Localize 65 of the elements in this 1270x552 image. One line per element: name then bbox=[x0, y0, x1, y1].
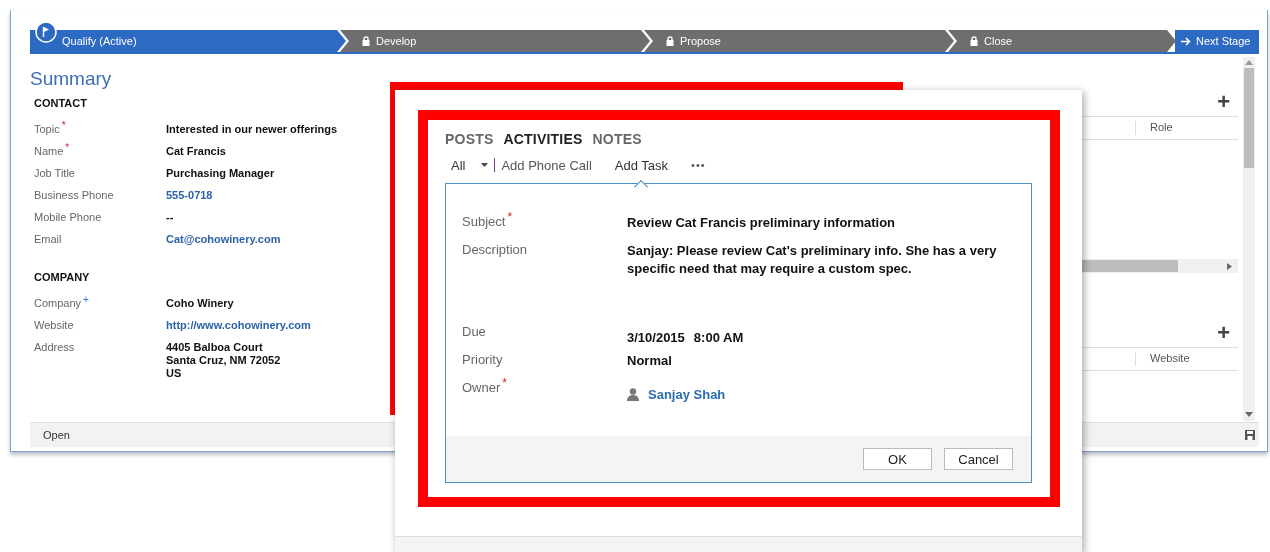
action-tab[interactable]: Add Phone Call bbox=[501, 157, 592, 173]
person-icon bbox=[627, 387, 639, 401]
column-header[interactable]: Role bbox=[1135, 121, 1238, 135]
section-heading: CONTACT bbox=[34, 97, 88, 109]
field-label: Business Phone bbox=[34, 189, 114, 201]
field-link[interactable]: Cat@cohowinery.com bbox=[166, 233, 281, 255]
field-label: Company bbox=[34, 297, 82, 309]
section-heading: COMPANY bbox=[34, 271, 91, 283]
field-value: Cat Francis bbox=[166, 145, 226, 159]
tab[interactable]: ACTIVITIES bbox=[503, 131, 583, 147]
tab[interactable]: NOTES bbox=[592, 131, 642, 147]
action-tab[interactable]: Add Task bbox=[614, 157, 669, 173]
arrow-icon bbox=[1181, 36, 1191, 46]
column-header[interactable]: Website bbox=[1135, 352, 1238, 366]
field-label: Priority bbox=[462, 352, 503, 367]
caret-icon bbox=[481, 163, 489, 167]
dialog-button[interactable]: Cancel bbox=[944, 448, 1013, 470]
date-value: 3/10/2015 bbox=[627, 329, 685, 347]
field-label: Subject bbox=[462, 214, 506, 229]
field-value: 4405 Balboa Court Santa Cruz, NM 72052 US bbox=[166, 341, 281, 380]
field-value: Purchasing Manager bbox=[166, 167, 275, 181]
required-marker: * bbox=[507, 210, 513, 224]
stage-tab[interactable]: Propose bbox=[644, 30, 954, 52]
scroll-right-icon[interactable] bbox=[1227, 262, 1232, 270]
add-button[interactable]: + bbox=[1217, 94, 1238, 110]
field-value: Normal bbox=[627, 352, 672, 370]
field-value: Coho Winery bbox=[166, 297, 234, 311]
field-label: Due bbox=[462, 324, 486, 339]
flag-icon bbox=[35, 21, 57, 43]
field-label: Mobile Phone bbox=[34, 211, 102, 223]
required-marker: * bbox=[502, 376, 507, 390]
field-value: Review Cat Francis preliminary information bbox=[627, 214, 896, 232]
field-label: Name bbox=[34, 145, 64, 157]
save-icon[interactable] bbox=[1245, 430, 1255, 440]
scroll-down-icon[interactable] bbox=[1245, 412, 1253, 417]
field-label: Address bbox=[34, 341, 75, 353]
scrollbar-thumb[interactable] bbox=[1244, 68, 1254, 168]
stage-tab[interactable]: Qualify (Active) bbox=[30, 30, 346, 52]
section-title: Summary bbox=[30, 68, 113, 90]
field-link[interactable]: 555-0718 bbox=[166, 189, 213, 211]
field-label: Job Title bbox=[34, 167, 75, 179]
filter-dropdown[interactable]: All bbox=[445, 157, 489, 173]
stage-tab[interactable]: Close bbox=[948, 30, 1176, 52]
owner-link[interactable]: Sanjay Shah bbox=[648, 386, 726, 402]
field-value: Interested in our newer offerings bbox=[166, 123, 338, 137]
tab[interactable]: POSTS bbox=[445, 131, 494, 147]
field-value: Sanjay: Please review Cat's preliminary info. She has a very specific need that may require a custom spec. bbox=[627, 242, 998, 278]
stage-tab[interactable]: Develop bbox=[340, 30, 650, 52]
vertical-scrollbar[interactable] bbox=[1243, 57, 1255, 421]
next-stage-button[interactable]: Next Stage bbox=[1175, 30, 1259, 52]
time-value: 8:00 AM bbox=[693, 329, 744, 347]
required-marker: * bbox=[61, 120, 66, 131]
recommended-marker: + bbox=[83, 294, 89, 305]
field-label: Email bbox=[34, 233, 62, 245]
more-button[interactable]: ••• bbox=[691, 159, 706, 171]
required-marker: * bbox=[65, 142, 70, 153]
field-label: Topic bbox=[34, 123, 60, 135]
field-value: -- bbox=[166, 211, 174, 225]
field-label: Website bbox=[34, 319, 74, 331]
add-button[interactable]: + bbox=[1217, 325, 1238, 341]
field-label: Description bbox=[462, 242, 528, 257]
dialog-button[interactable]: OK bbox=[863, 448, 932, 470]
field-label: Owner bbox=[462, 380, 501, 395]
status-text: Open bbox=[43, 429, 70, 441]
field-link[interactable]: http://www.cohowinery.com bbox=[166, 319, 311, 341]
